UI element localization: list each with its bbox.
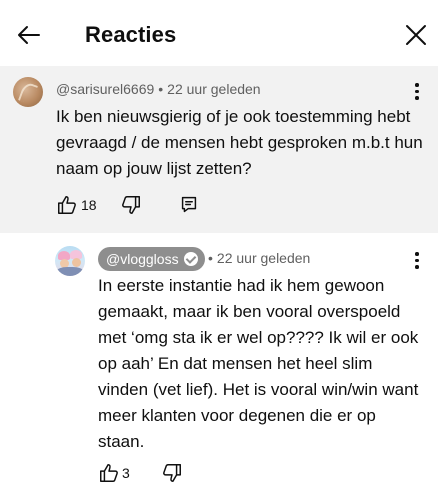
like-count: 3 (122, 465, 130, 481)
reply-author: @vloggloss (106, 251, 179, 267)
back-button[interactable] (14, 20, 44, 50)
avatar[interactable] (13, 77, 43, 107)
like-count: 18 (81, 197, 97, 213)
page-title: Reacties (85, 22, 177, 47)
thumbs-up-icon (58, 196, 76, 214)
reply-time: 22 uur geleden (216, 250, 311, 266)
arrow-left-icon (18, 26, 40, 44)
comment-reply-icon (181, 196, 197, 213)
avatar[interactable] (55, 246, 85, 276)
verified-check-icon (183, 252, 198, 266)
comment-text: Ik ben nieuwsgierig of je ook toestemmin… (56, 107, 423, 178)
thumbs-up-icon (100, 464, 118, 482)
like-button[interactable] (98, 462, 120, 484)
comments-header: Reacties (0, 0, 438, 66)
meta-separator: • (158, 81, 164, 97)
reply-comment: @vloggloss • 22 uur geleden In eerste ins… (0, 233, 438, 500)
thumbs-down-icon (122, 196, 140, 214)
reply-text: In eerste instantie had ik hem gewoon ge… (98, 276, 419, 451)
highlighted-comment: @sarisurel6669 • 22 uur geleden Ik ben nie… (0, 66, 438, 233)
dislike-button[interactable] (161, 462, 183, 484)
close-icon (406, 25, 426, 45)
channel-owner-badge[interactable]: @vloggloss (98, 247, 205, 271)
thumbs-down-icon (163, 464, 181, 482)
comment-meta: @sarisurel6669 • 22 uur geleden (56, 81, 261, 97)
comment-author[interactable]: @sarisurel6669 (56, 81, 154, 97)
close-button[interactable] (401, 20, 431, 50)
reply-button[interactable] (178, 194, 200, 216)
like-button[interactable] (56, 194, 78, 216)
more-vertical-icon (415, 252, 419, 256)
comment-time: 22 uur geleden (167, 81, 261, 97)
more-vertical-icon (415, 83, 419, 87)
reply-meta: • 22 uur geleden (208, 250, 310, 266)
comment-menu-button[interactable] (407, 80, 427, 104)
dislike-button[interactable] (120, 194, 142, 216)
reply-menu-button[interactable] (407, 249, 427, 273)
meta-separator: • (208, 250, 213, 266)
